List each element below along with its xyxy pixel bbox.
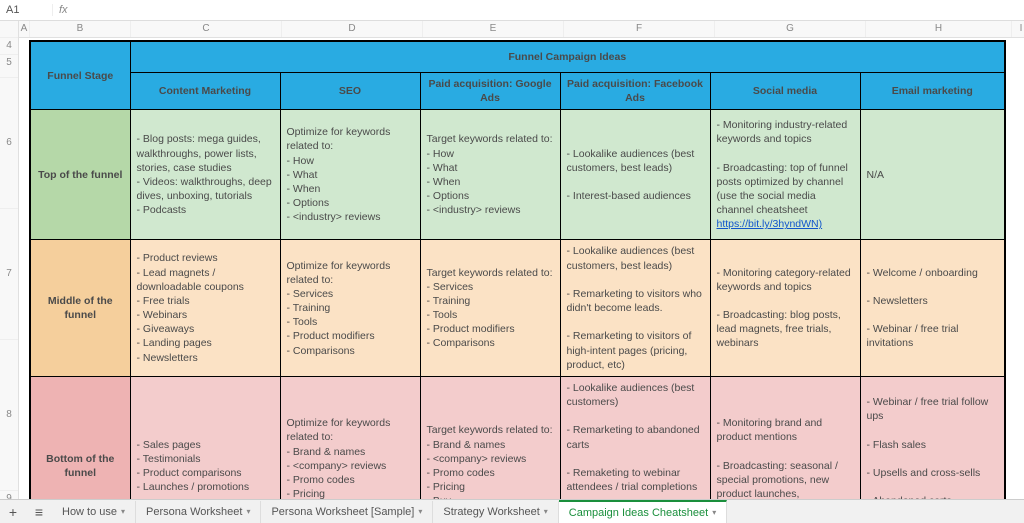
cell[interactable]: - Monitoring category-related keywords a…: [710, 240, 860, 377]
sheet-tab-label: Persona Worksheet [Sample]: [271, 501, 414, 523]
chevron-down-icon: ▾: [544, 501, 548, 523]
chevron-down-icon: ▾: [121, 501, 125, 523]
all-sheets-button[interactable]: ≡: [26, 501, 52, 523]
fx-label: fx: [52, 4, 74, 16]
table-title[interactable]: Funnel Campaign Ideas: [130, 41, 1005, 73]
cell[interactable]: - Lookalike audiences (best customers, b…: [560, 110, 710, 240]
col-header[interactable]: G: [715, 21, 866, 37]
channel-header[interactable]: Content Marketing: [130, 73, 280, 110]
name-box[interactable]: A1: [0, 4, 52, 16]
row-bottom-funnel: Bottom of the funnel - Sales pages- Test…: [30, 376, 1005, 501]
row-header[interactable]: 7: [0, 209, 18, 340]
cell[interactable]: - Monitoring brand and product mentions …: [710, 376, 860, 501]
sheet-tab[interactable]: Strategy Worksheet ▾: [433, 501, 558, 523]
sheet-tab-label: Persona Worksheet: [146, 501, 242, 523]
funnel-table: Funnel Stage Funnel Campaign Ideas Conte…: [29, 40, 1006, 501]
cell-social-top[interactable]: - Monitoring industry-related keywords a…: [710, 110, 860, 240]
sheet-tab-label: How to use: [62, 501, 117, 523]
channel-header[interactable]: Paid acquisition: Google Ads: [420, 73, 560, 110]
channel-header[interactable]: Email marketing: [860, 73, 1005, 110]
stage-label[interactable]: Middle of the funnel: [30, 240, 130, 377]
row-header-blank: [0, 21, 18, 38]
col-header[interactable]: A: [19, 21, 30, 37]
chevron-down-icon: ▾: [712, 503, 716, 523]
cell[interactable]: Optimize for keywords related to:- Servi…: [280, 240, 420, 377]
column-headers: A B C D E F G H I: [19, 21, 1024, 38]
row-header[interactable]: 8: [0, 340, 18, 491]
cheatsheet-link[interactable]: https://bit.ly/3hyndWN): [717, 218, 823, 230]
cell[interactable]: N/A: [860, 110, 1005, 240]
cell[interactable]: - Product reviews- Lead magnets / downlo…: [130, 240, 280, 377]
cell[interactable]: - Blog posts: mega guides, walkthroughs,…: [130, 110, 280, 240]
col-header[interactable]: D: [282, 21, 423, 37]
col-header[interactable]: B: [30, 21, 131, 37]
cell[interactable]: Optimize for keywords related to:- How- …: [280, 110, 420, 240]
cell[interactable]: Target keywords related to:- How- What- …: [420, 110, 560, 240]
cell[interactable]: Optimize for keywords related to:- Brand…: [280, 376, 420, 501]
cell[interactable]: - Sales pages- Testimonials- Product com…: [130, 376, 280, 501]
sheet-tab-label: Strategy Worksheet: [443, 501, 539, 523]
stage-label[interactable]: Bottom of the funnel: [30, 376, 130, 501]
row-gutter: 4 5 6 7 8 9: [0, 21, 19, 501]
col-header[interactable]: H: [866, 21, 1012, 37]
cell[interactable]: Target keywords related to:- Services- T…: [420, 240, 560, 377]
channel-header[interactable]: Paid acquisition: Facebook Ads: [560, 73, 710, 110]
row-header[interactable]: 6: [0, 78, 18, 209]
chevron-down-icon: ▾: [246, 501, 250, 523]
sheet-tab[interactable]: Persona Worksheet ▾: [136, 501, 261, 523]
channel-header[interactable]: Social media: [710, 73, 860, 110]
cell-text: - Monitoring industry-related keywords a…: [717, 119, 848, 216]
corner-header[interactable]: Funnel Stage: [30, 41, 130, 110]
row-middle-funnel: Middle of the funnel - Product reviews- …: [30, 240, 1005, 377]
col-header[interactable]: E: [423, 21, 564, 37]
grid-frame: 4 5 6 7 8 9 A B C D E F G H I: [0, 21, 1024, 501]
row-header[interactable]: 5: [0, 55, 18, 78]
col-header[interactable]: C: [131, 21, 282, 37]
row-top-funnel: Top of the funnel - Blog posts: mega gui…: [30, 110, 1005, 240]
channel-header[interactable]: SEO: [280, 73, 420, 110]
sheet-tab-label: Campaign Ideas Cheatsheet: [569, 503, 708, 523]
row-header[interactable]: 4: [0, 38, 18, 55]
cell[interactable]: - Lookalike audiences (best customers) -…: [560, 376, 710, 501]
sheet-tab-bar: + ≡ How to use ▾ Persona Worksheet ▾ Per…: [0, 499, 1024, 523]
col-header[interactable]: I: [1012, 21, 1024, 37]
cell[interactable]: - Lookalike audiences (best customers, b…: [560, 240, 710, 377]
stage-label[interactable]: Top of the funnel: [30, 110, 130, 240]
add-sheet-button[interactable]: +: [0, 501, 26, 523]
sheet-tab[interactable]: Persona Worksheet [Sample] ▾: [261, 501, 433, 523]
sheet-tab[interactable]: How to use ▾: [52, 501, 136, 523]
col-header[interactable]: F: [564, 21, 715, 37]
sheet-tab-active[interactable]: Campaign Ideas Cheatsheet ▾: [559, 500, 727, 523]
formula-bar: A1 fx: [0, 0, 1024, 21]
chevron-down-icon: ▾: [418, 501, 422, 523]
cell[interactable]: - Webinar / free trial follow ups - Flas…: [860, 376, 1005, 501]
cell[interactable]: - Welcome / onboarding - Newsletters - W…: [860, 240, 1005, 377]
cell[interactable]: Target keywords related to:- Brand & nam…: [420, 376, 560, 501]
